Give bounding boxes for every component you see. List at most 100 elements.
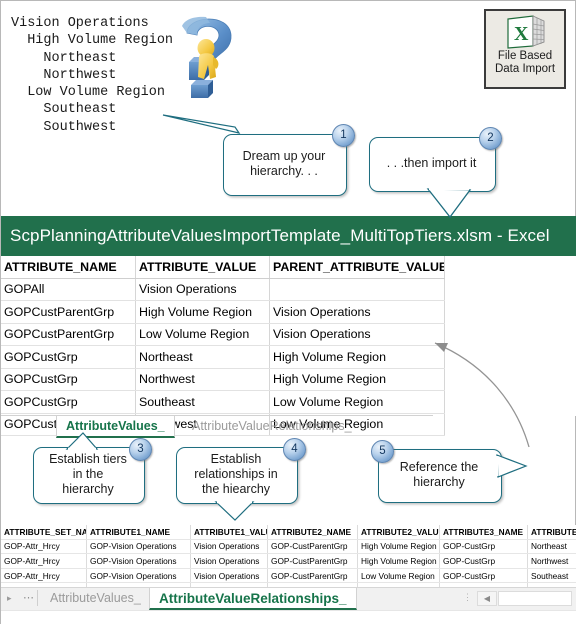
file-based-data-import-button[interactable]: X File Based Data Import xyxy=(484,9,566,89)
callout-2-badge: 2 xyxy=(479,127,502,150)
cell-attribute3-value[interactable]: Southeast xyxy=(528,568,576,583)
callout-5-tail xyxy=(495,452,529,488)
table-row[interactable]: GOP-Attr_Hrcy GOP-Vision Operations Visi… xyxy=(1,554,576,569)
cell-attribute1-value[interactable]: Vision Operations xyxy=(191,568,268,583)
callout-4-tail xyxy=(213,500,258,522)
bottom-sheet-tab-bar: ▸ ⋯ AttributeValues_ AttributeValueRelat… xyxy=(1,587,576,625)
callout-2: . . .then import it xyxy=(369,137,494,190)
excel-spreadsheet-icon: X xyxy=(503,15,547,49)
cell-parent-attribute-value[interactable] xyxy=(270,278,445,301)
sheet-tab-attributevaluerelationships[interactable]: AttributeValueRelationships_ xyxy=(183,416,361,438)
cell-attribute3-name[interactable]: GOP-CustGrp xyxy=(440,568,528,583)
cell-attribute1-value[interactable]: Vision Operations xyxy=(191,554,268,569)
table-row[interactable]: GOPAllVision Operations xyxy=(1,278,445,301)
table-row[interactable]: GOPCustGrpSoutheastLow Volume Region xyxy=(1,391,445,414)
cell-attribute2-name[interactable]: GOP-CustParentGrp xyxy=(268,539,358,554)
cell-parent-attribute-value[interactable]: Vision Operations xyxy=(270,323,445,346)
column-header-attribute3-value: ATTRIBUTE3_VALUE xyxy=(528,525,576,539)
callout-4-badge: 4 xyxy=(283,438,306,461)
horizontal-scrollbar[interactable] xyxy=(498,591,572,606)
question-mark-person-icon xyxy=(169,9,241,109)
cell-attribute-set-name[interactable]: GOP-Attr_Hrcy xyxy=(1,568,87,583)
cell-attribute2-name[interactable]: GOP-CustParentGrp xyxy=(268,554,358,569)
cell-attribute2-value[interactable]: Low Volume Region xyxy=(358,568,440,583)
attribute-values-table: ATTRIBUTE_NAME ATTRIBUTE_VALUE PARENT_AT… xyxy=(1,256,445,436)
cell-attribute2-value[interactable]: High Volume Region xyxy=(358,554,440,569)
excel-title-text: ScpPlanningAttributeValuesImportTemplate… xyxy=(10,226,550,246)
cell-attribute1-name[interactable]: GOP-Vision Operations xyxy=(87,539,191,554)
cell-attribute-value[interactable]: Northwest xyxy=(136,368,270,391)
cell-parent-attribute-value[interactable]: High Volume Region xyxy=(270,368,445,391)
cell-attribute-value[interactable]: Northeast xyxy=(136,346,270,369)
cell-attribute1-name[interactable]: GOP-Vision Operations xyxy=(87,568,191,583)
cell-attribute-name[interactable]: GOPCustParentGrp xyxy=(1,301,136,324)
file-import-label-line1: File Based xyxy=(486,50,564,63)
cell-attribute-value[interactable]: Southeast xyxy=(136,391,270,414)
column-header-attribute-value: ATTRIBUTE_VALUE xyxy=(136,256,270,278)
sheet-tab-attributevalues[interactable]: AttributeValues_ xyxy=(41,588,150,610)
callout-1-text: Dream up your hierarchy. . . xyxy=(223,134,345,194)
cell-attribute-name[interactable]: GOPCustGrp xyxy=(1,368,136,391)
cell-attribute-value[interactable]: Low Volume Region xyxy=(136,323,270,346)
callout-3: Establish tiers in the hierarchy xyxy=(33,447,143,502)
svg-text:X: X xyxy=(514,23,529,45)
ellipsis-icon[interactable]: ⋯ xyxy=(23,591,35,604)
callout-1: Dream up your hierarchy. . . xyxy=(223,134,345,194)
callout-1-badge: 1 xyxy=(332,124,355,147)
cell-attribute3-name[interactable]: GOP-CustGrp xyxy=(440,554,528,569)
callout-4: Establish relationships in the hiearchy xyxy=(176,447,296,502)
column-header-attribute-name: ATTRIBUTE_NAME xyxy=(1,256,136,278)
cell-attribute2-value[interactable]: High Volume Region xyxy=(358,539,440,554)
triangle-right-icon[interactable]: ▸ xyxy=(7,593,12,604)
callout-2-tail xyxy=(426,187,476,219)
table-row[interactable]: GOPCustParentGrpLow Volume RegionVision … xyxy=(1,323,445,346)
cell-parent-attribute-value[interactable]: High Volume Region xyxy=(270,346,445,369)
callout-3-text: Establish tiers in the hierarchy xyxy=(33,447,143,502)
excel-title-bar: ScpPlanningAttributeValuesImportTemplate… xyxy=(1,216,576,256)
reference-hierarchy-arrow xyxy=(421,331,551,451)
callout-2-text: . . .then import it xyxy=(369,137,494,190)
column-header-attribute2-value: ATTRIBUTE2_VALUE xyxy=(358,525,440,539)
cell-attribute-set-name[interactable]: GOP-Attr_Hrcy xyxy=(1,554,87,569)
callout-4-text: Establish relationships in the hiearchy xyxy=(176,447,296,502)
file-import-label-line2: Data Import xyxy=(486,63,564,76)
cell-attribute1-name[interactable]: GOP-Vision Operations xyxy=(87,554,191,569)
attribute-value-relationships-sheet: ATTRIBUTE_SET_NAME ATTRIBUTE1_NAME ATTRI… xyxy=(1,525,576,587)
column-header-parent-attribute-value: PARENT_ATTRIBUTE_VALUE xyxy=(270,256,445,278)
cell-attribute3-name[interactable]: GOP-CustGrp xyxy=(440,539,528,554)
column-header-attribute3-name: ATTRIBUTE3_NAME xyxy=(440,525,528,539)
table-header-row: ATTRIBUTE_NAME ATTRIBUTE_VALUE PARENT_AT… xyxy=(1,256,445,278)
cell-attribute-name[interactable]: GOPAll xyxy=(1,278,136,301)
cell-attribute-value[interactable]: Vision Operations xyxy=(136,278,270,301)
cell-attribute-name[interactable]: GOPCustParentGrp xyxy=(1,323,136,346)
cell-attribute1-value[interactable]: Vision Operations xyxy=(191,539,268,554)
sheet-tab-attributevaluerelationships[interactable]: AttributeValueRelationships_ xyxy=(149,588,357,610)
callout-5-text: Reference the hierarchy xyxy=(378,449,500,501)
table-row[interactable]: GOP-Attr_Hrcy GOP-Vision Operations Visi… xyxy=(1,539,576,554)
column-header-attribute2-name: ATTRIBUTE2_NAME xyxy=(268,525,358,539)
callout-5: Reference the hierarchy xyxy=(378,449,500,501)
tab-bar-divider xyxy=(37,590,38,606)
callout-3-badge: 3 xyxy=(129,438,152,461)
cell-attribute-name[interactable]: GOPCustGrp xyxy=(1,346,136,369)
cell-attribute-name[interactable]: GOPCustGrp xyxy=(1,391,136,414)
cell-parent-attribute-value[interactable]: Low Volume Region xyxy=(270,391,445,414)
callout-5-badge: 5 xyxy=(371,440,394,463)
cell-attribute3-value[interactable]: Northeast xyxy=(528,539,576,554)
cell-attribute-value[interactable]: High Volume Region xyxy=(136,301,270,324)
table-row[interactable]: GOPCustGrpNorthwestHigh Volume Region xyxy=(1,368,445,391)
cell-parent-attribute-value[interactable]: Vision Operations xyxy=(270,301,445,324)
table-row[interactable]: GOP-Attr_Hrcy GOP-Vision Operations Visi… xyxy=(1,568,576,583)
bottom-tab-strip: AttributeValues_ AttributeValueRelations… xyxy=(41,588,461,610)
cell-attribute-set-name[interactable]: GOP-Attr_Hrcy xyxy=(1,539,87,554)
column-header-attribute1-value: ATTRIBUTE1_VALUE xyxy=(191,525,268,539)
table-row[interactable]: GOPCustParentGrpHigh Volume RegionVision… xyxy=(1,301,445,324)
triangle-left-icon[interactable]: ◀ xyxy=(477,591,497,606)
table-header-row: ATTRIBUTE_SET_NAME ATTRIBUTE1_NAME ATTRI… xyxy=(1,525,576,539)
vertical-split-handle-icon[interactable]: ⋮ xyxy=(463,592,473,603)
cell-attribute2-name[interactable]: GOP-CustParentGrp xyxy=(268,568,358,583)
column-header-attribute-set-name: ATTRIBUTE_SET_NAME xyxy=(1,525,87,539)
cell-attribute3-value[interactable]: Northwest xyxy=(528,554,576,569)
table-row[interactable]: GOPCustGrpNortheastHigh Volume Region xyxy=(1,346,445,369)
hierarchy-outline-text: Vision Operations High Volume Region Nor… xyxy=(11,15,173,136)
